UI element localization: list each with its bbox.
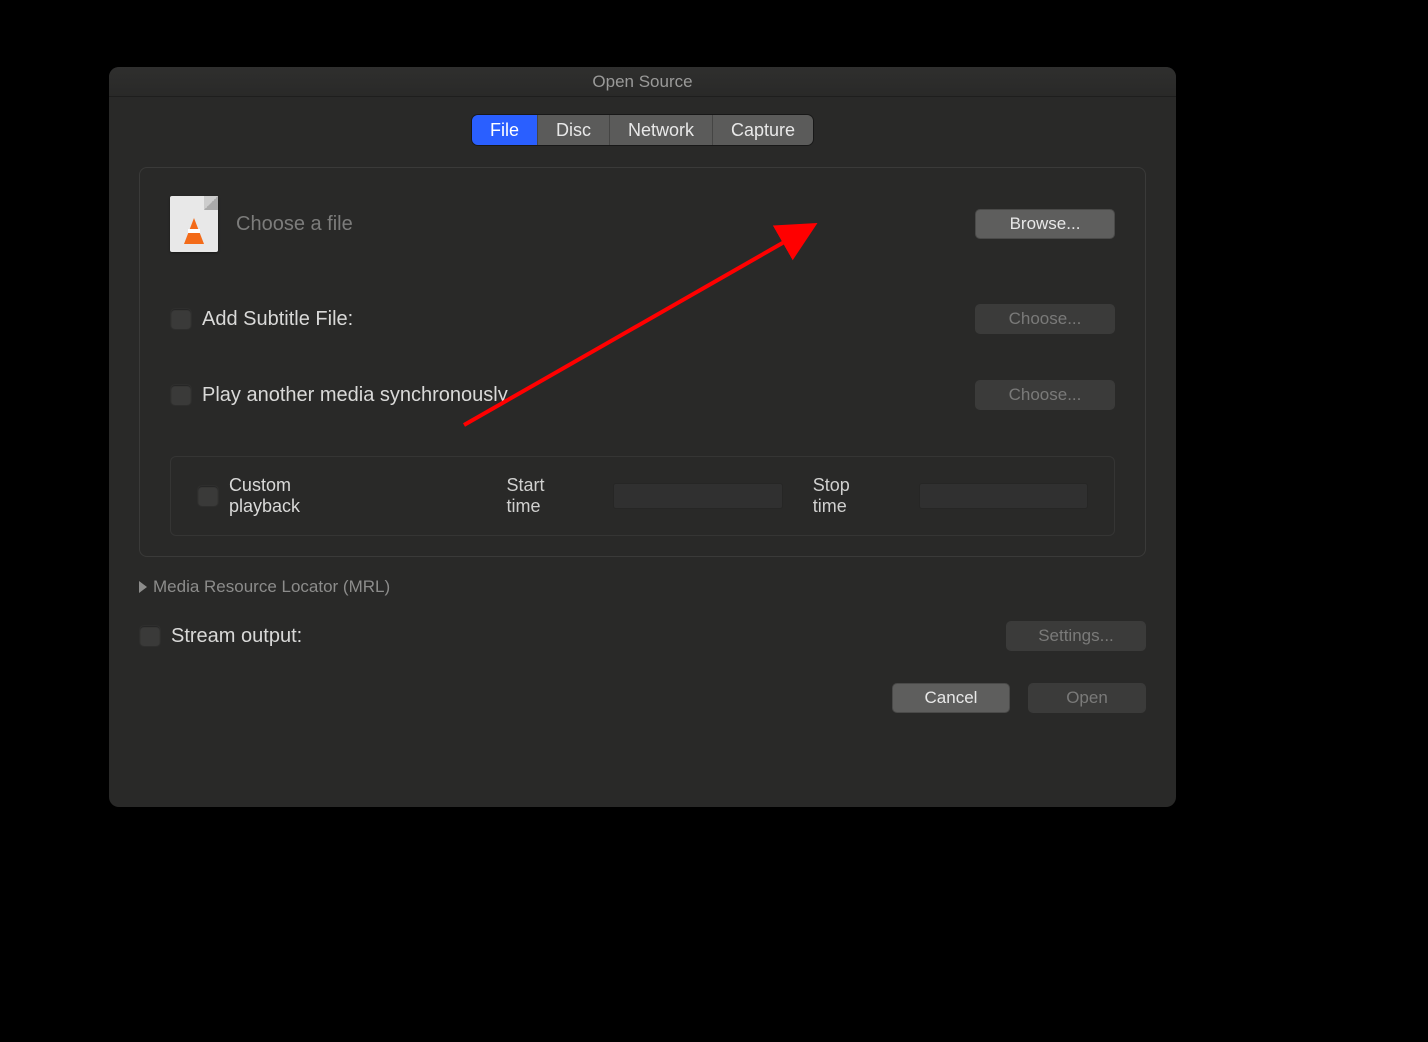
tab-bar: File Disc Network Capture xyxy=(139,115,1146,145)
stop-time-label: Stop time xyxy=(813,475,889,517)
sync-label-text: Play another media synchronously xyxy=(202,384,508,407)
file-panel: Choose a file Browse... Add Subtitle Fil… xyxy=(139,167,1146,557)
subtitle-choose-button: Choose... xyxy=(975,304,1115,334)
stream-output-label-text: Stream output: xyxy=(171,625,302,648)
tab-file[interactable]: File xyxy=(472,115,538,145)
stream-settings-button: Settings... xyxy=(1006,621,1146,651)
custom-playback-label-text: Custom playback xyxy=(229,475,367,517)
subtitle-label-text: Add Subtitle File: xyxy=(202,308,353,331)
disclosure-triangle-icon xyxy=(139,581,147,593)
sync-choose-button: Choose... xyxy=(975,380,1115,410)
start-time-label: Start time xyxy=(507,475,584,517)
subtitle-checkbox[interactable] xyxy=(170,308,192,330)
sync-row: Play another media synchronously Choose.… xyxy=(170,380,1115,410)
tab-disc[interactable]: Disc xyxy=(538,115,610,145)
custom-playback-checkbox[interactable] xyxy=(197,485,219,507)
subtitle-check-label[interactable]: Add Subtitle File: xyxy=(170,308,353,331)
sync-checkbox[interactable] xyxy=(170,384,192,406)
subtitle-row: Add Subtitle File: Choose... xyxy=(170,304,1115,334)
stream-output-check-label[interactable]: Stream output: xyxy=(139,625,302,648)
dialog-content: File Disc Network Capture Choose a file … xyxy=(109,115,1176,743)
sync-check-label[interactable]: Play another media synchronously xyxy=(170,384,508,407)
tab-group: File Disc Network Capture xyxy=(472,115,813,145)
window-title: Open Source xyxy=(109,67,1176,97)
mrl-disclosure-row[interactable]: Media Resource Locator (MRL) xyxy=(139,577,1146,597)
tab-capture[interactable]: Capture xyxy=(713,115,813,145)
stream-output-row: Stream output: Settings... xyxy=(139,621,1146,651)
cancel-button[interactable]: Cancel xyxy=(892,683,1010,713)
browse-button[interactable]: Browse... xyxy=(975,209,1115,239)
stream-output-checkbox[interactable] xyxy=(139,625,161,647)
open-source-dialog: Open Source File Disc Network Capture Ch… xyxy=(109,67,1176,807)
dialog-footer: Cancel Open xyxy=(139,683,1146,713)
tab-network[interactable]: Network xyxy=(610,115,713,145)
custom-playback-panel: Custom playback Start time Stop time xyxy=(170,456,1115,536)
file-chooser-row: Choose a file Browse... xyxy=(170,196,1115,252)
file-chooser-placeholder: Choose a file xyxy=(236,213,353,236)
mrl-label: Media Resource Locator (MRL) xyxy=(153,577,390,597)
stop-time-input[interactable] xyxy=(919,483,1088,509)
open-button: Open xyxy=(1028,683,1146,713)
start-time-input[interactable] xyxy=(613,483,782,509)
custom-playback-check-label[interactable]: Custom playback xyxy=(197,475,367,517)
file-chooser-left: Choose a file xyxy=(170,196,353,252)
vlc-document-icon xyxy=(170,196,218,252)
